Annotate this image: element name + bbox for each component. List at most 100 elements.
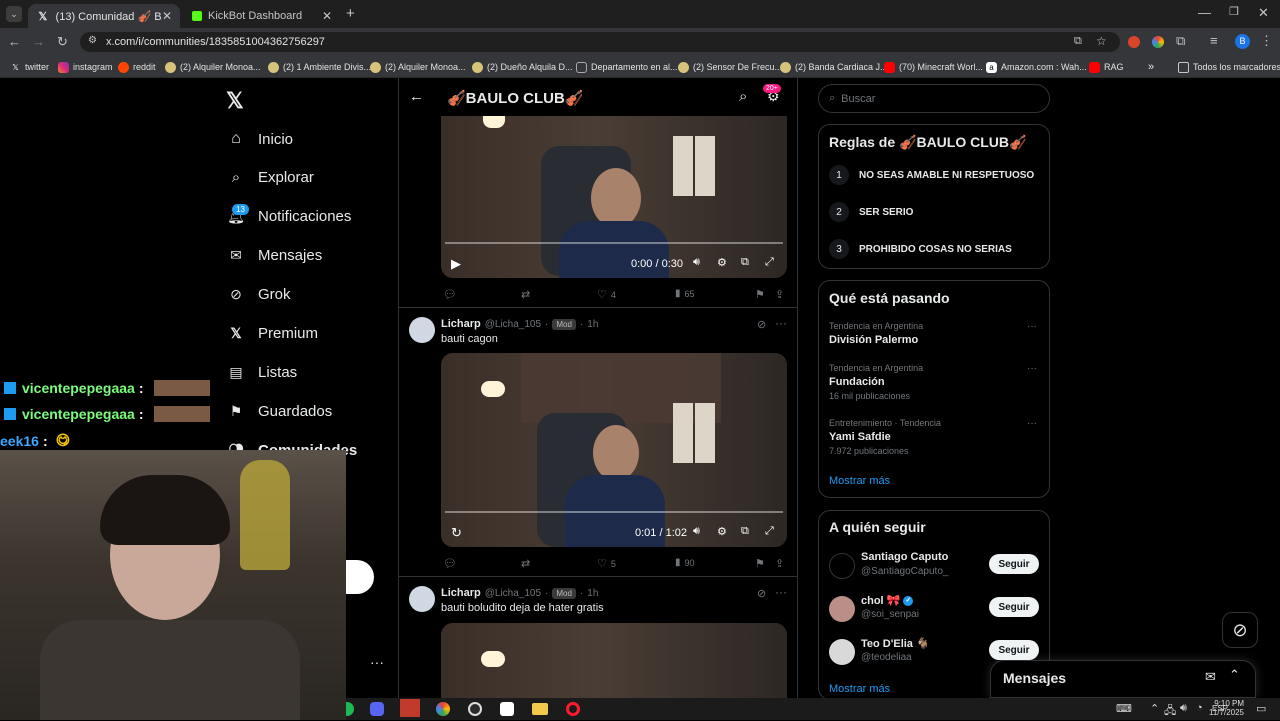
nav-listas[interactable]: ▤ Listas [228,359,297,385]
views-button[interactable]: ▮ 65 [675,288,695,299]
bookmark-instagram[interactable]: instagram [58,60,113,74]
extensions-puzzle-icon[interactable]: ⧉ [1176,33,1185,49]
app-taskbar-icon[interactable] [400,699,420,717]
avatar[interactable] [409,586,435,612]
bookmark-icon[interactable]: ⚑ [755,288,765,301]
reply-icon[interactable]: 💬︎ [443,288,457,301]
show-more-link[interactable]: Mostrar más [829,683,890,695]
chrome-taskbar-icon[interactable] [436,702,450,716]
network-icon[interactable]: 🖧 [1164,702,1176,721]
play-icon[interactable]: ▶ [451,256,461,272]
post-more-icon[interactable]: ··· [775,316,787,330]
trend-item[interactable]: Entretenimiento · Tendencia Yami Safdie … [829,418,1041,456]
all-bookmarks-folder[interactable]: Todos los marcadores [1178,60,1280,74]
pip-icon[interactable]: ⧉ [741,525,749,538]
author-handle[interactable]: @Licha_105 [485,588,541,599]
rule-item[interactable]: 3 PROHIBIDO COSAS NO SERIAS [829,239,1012,259]
video-progress-bar[interactable] [445,242,783,244]
bookmark-item[interactable]: RAG [1089,60,1124,74]
grok-icon[interactable]: ⊘ [757,587,766,600]
bookmark-item[interactable]: Departamento en al... [576,60,678,74]
author-name[interactable]: Licharp [441,318,481,330]
volume-icon[interactable]: 🔊︎ [693,525,700,538]
bookmarks-overflow-icon[interactable]: » [1148,60,1154,74]
restore-button[interactable]: ❐ [1229,5,1239,18]
spotify-taskbar-icon[interactable] [346,702,354,716]
messages-drawer[interactable]: Mensajes ✉ ⌃ [990,660,1256,698]
nav-premium[interactable]: 𝕏 Premium [228,320,318,346]
share-icon[interactable]: ⇪ [775,288,784,301]
new-message-icon[interactable]: ✉ [1205,669,1216,685]
trend-more-icon[interactable]: ··· [1027,418,1037,429]
nav-explorar[interactable]: ⌕ Explorar [228,164,314,190]
bookmark-item[interactable]: (2) Alquiler Monoa... [370,60,466,74]
volume-icon[interactable]: 🔊︎ [1180,702,1187,715]
folder-taskbar-icon[interactable] [532,703,548,715]
bookmark-item[interactable]: (2) Sensor De Frecu... [678,60,782,74]
extension-icon[interactable] [1128,36,1140,48]
search-input[interactable]: ⌕ Buscar [818,84,1050,113]
follow-button[interactable]: Seguir [989,597,1039,617]
bookmark-item[interactable]: (2) Alquiler Monoa... [165,60,261,74]
follow-suggestion[interactable]: chol 🎀 ✓ @soi_senpai Seguir [829,594,1041,624]
close-tab-icon[interactable]: ✕ [322,9,332,23]
video-player[interactable] [441,623,787,698]
profile-avatar[interactable]: B [1235,34,1250,49]
post-more-icon[interactable]: ··· [775,585,787,599]
obs-taskbar-icon[interactable] [468,702,482,716]
clock[interactable]: 9:10 PM 11/7/2025 [1202,699,1244,717]
nav-mensajes[interactable]: ✉ Mensajes [228,242,322,268]
pip-icon[interactable]: ⧉ [741,256,749,269]
bookmark-item[interactable]: (2) Banda Cardiaca J... [780,60,888,74]
bookmark-item[interactable]: (2) Dueño Alquila D... [472,60,573,74]
nav-inicio[interactable]: ⌂ Inicio [228,126,293,152]
nav-guardados[interactable]: ⚑ Guardados [228,398,333,424]
reply-icon[interactable]: 💬︎ [443,557,457,570]
author-handle[interactable]: @Licha_105 [485,319,541,330]
bookmark-icon[interactable]: ⚑ [755,557,765,570]
tab-comunidad[interactable]: 𝕏 (13) Comunidad 🎻 BAULO CLUB ✕ [28,4,180,28]
show-more-link[interactable]: Mostrar más [829,475,890,487]
video-player[interactable]: ▶ 0:00 / 0:30 🔊︎ ⚙ ⧉ ⤢ [441,116,787,278]
new-tab-button[interactable]: + [346,5,355,22]
tray-chevron-icon[interactable]: ⌃ [1150,702,1159,715]
expand-icon[interactable]: ⌃ [1229,667,1240,683]
bookmark-item[interactable]: (2) 1 Ambiente Divis... [268,60,371,74]
back-button[interactable]: ← [8,34,21,49]
video-settings-icon[interactable]: ⚙ [717,256,727,269]
install-icon[interactable]: ⧉ [1074,35,1082,48]
replay-icon[interactable]: ↻ [451,525,462,541]
video-progress-bar[interactable] [445,511,783,513]
search-icon[interactable]: ⌕ [739,88,747,105]
video-player[interactable]: ↻ 0:01 / 1:02 🔊︎ ⚙ ⧉ ⤢ [441,353,787,547]
chrome-menu-icon[interactable]: ⋮ [1260,33,1273,49]
nav-grok[interactable]: ⊘ Grok [228,281,290,307]
tab-kickbot[interactable]: KickBot Dashboard ✕ [184,4,340,28]
url-input[interactable]: ⚙ x.com/i/communities/183585100436275629… [80,32,1120,52]
follow-button[interactable]: Seguir [989,554,1039,574]
bookmark-twitter[interactable]: 𝕏twitter [10,60,49,74]
x-home-logo[interactable]: 𝕏 [226,88,244,114]
site-info-icon[interactable]: ⚙ [88,35,97,46]
like-button[interactable]: ♡ 5 [597,557,616,570]
grok-icon[interactable]: ⊘ [757,318,766,331]
media-controls-icon[interactable]: ≡ [1210,33,1218,48]
bookmark-reddit[interactable]: reddit [118,60,156,74]
video-settings-icon[interactable]: ⚙ [717,525,727,538]
bookmark-item[interactable]: a Amazon.com : Wah... [986,60,1087,74]
trend-more-icon[interactable]: ··· [1027,363,1037,374]
fullscreen-icon[interactable]: ⤢ [765,525,774,538]
opera-taskbar-icon[interactable] [566,702,580,716]
back-arrow-icon[interactable]: ← [409,88,424,105]
author-name[interactable]: Licharp [441,587,481,599]
minimize-button[interactable]: — [1198,5,1211,20]
repost-icon[interactable]: ⇄ [521,557,530,570]
rule-item[interactable]: 1 NO SEAS AMABLE NI RESPETUOSO [829,165,1034,185]
trend-item[interactable]: Tendencia en Argentina División Palermo … [829,321,1041,346]
more-options-icon[interactable]: ··· [370,654,384,670]
keyboard-icon[interactable]: ⌨ [1116,702,1132,715]
fullscreen-icon[interactable]: ⤢ [765,256,774,269]
share-icon[interactable]: ⇪ [775,557,784,570]
discord-taskbar-icon[interactable] [370,702,384,716]
volume-icon[interactable]: 🔊︎ [693,256,700,269]
